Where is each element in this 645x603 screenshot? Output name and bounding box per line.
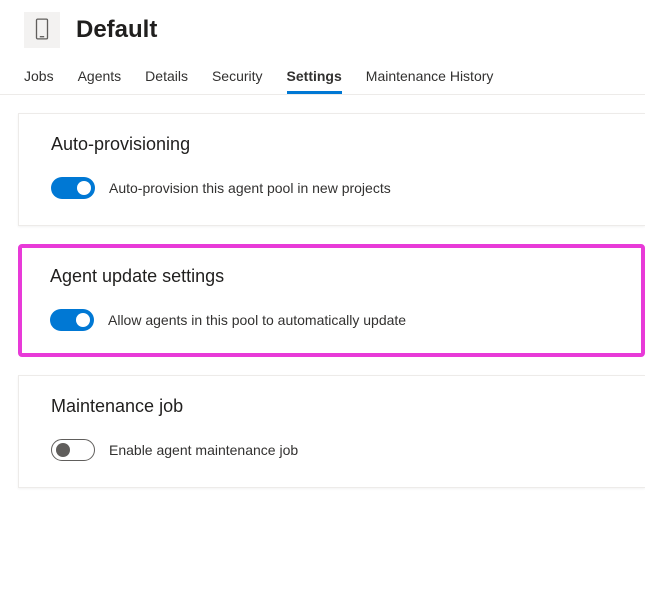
pool-icon-box bbox=[24, 12, 60, 48]
maintenance-job-toggle-label: Enable agent maintenance job bbox=[109, 442, 298, 458]
tab-security[interactable]: Security bbox=[212, 60, 263, 94]
tab-maintenance-history[interactable]: Maintenance History bbox=[366, 60, 494, 94]
agent-pool-icon bbox=[35, 18, 49, 43]
auto-provisioning-toggle-row: Auto-provision this agent pool in new pr… bbox=[51, 177, 613, 199]
tab-jobs[interactable]: Jobs bbox=[24, 60, 54, 94]
tab-label: Agents bbox=[78, 68, 122, 84]
tab-label: Security bbox=[212, 68, 263, 84]
content-area-lower: Maintenance job Enable agent maintenance… bbox=[0, 375, 645, 488]
page-header: Default bbox=[0, 0, 645, 52]
toggle-knob bbox=[77, 181, 91, 195]
tab-label: Maintenance History bbox=[366, 68, 494, 84]
tab-details[interactable]: Details bbox=[145, 60, 188, 94]
card-title-maintenance-job: Maintenance job bbox=[51, 396, 613, 417]
agent-update-highlight: Agent update settings Allow agents in th… bbox=[18, 244, 645, 357]
card-title-auto-provisioning: Auto-provisioning bbox=[51, 134, 613, 155]
content-area: Auto-provisioning Auto-provision this ag… bbox=[0, 95, 645, 226]
tab-settings[interactable]: Settings bbox=[287, 60, 342, 94]
agent-update-card: Agent update settings Allow agents in th… bbox=[22, 248, 641, 353]
auto-provisioning-toggle[interactable] bbox=[51, 177, 95, 199]
toggle-knob bbox=[56, 443, 70, 457]
tabs-bar: Jobs Agents Details Security Settings Ma… bbox=[0, 52, 645, 95]
maintenance-job-toggle[interactable] bbox=[51, 439, 95, 461]
auto-provisioning-card: Auto-provisioning Auto-provision this ag… bbox=[18, 113, 645, 226]
agent-update-toggle[interactable] bbox=[50, 309, 94, 331]
tab-label: Settings bbox=[287, 68, 342, 84]
auto-provisioning-toggle-label: Auto-provision this agent pool in new pr… bbox=[109, 180, 391, 196]
tab-agents[interactable]: Agents bbox=[78, 60, 122, 94]
tab-label: Details bbox=[145, 68, 188, 84]
maintenance-job-toggle-row: Enable agent maintenance job bbox=[51, 439, 613, 461]
toggle-knob bbox=[76, 313, 90, 327]
agent-update-toggle-label: Allow agents in this pool to automatical… bbox=[108, 312, 406, 328]
maintenance-job-card: Maintenance job Enable agent maintenance… bbox=[18, 375, 645, 488]
card-title-agent-update: Agent update settings bbox=[50, 266, 613, 287]
page-title: Default bbox=[76, 16, 157, 44]
tab-label: Jobs bbox=[24, 68, 54, 84]
agent-update-toggle-row: Allow agents in this pool to automatical… bbox=[50, 309, 613, 331]
